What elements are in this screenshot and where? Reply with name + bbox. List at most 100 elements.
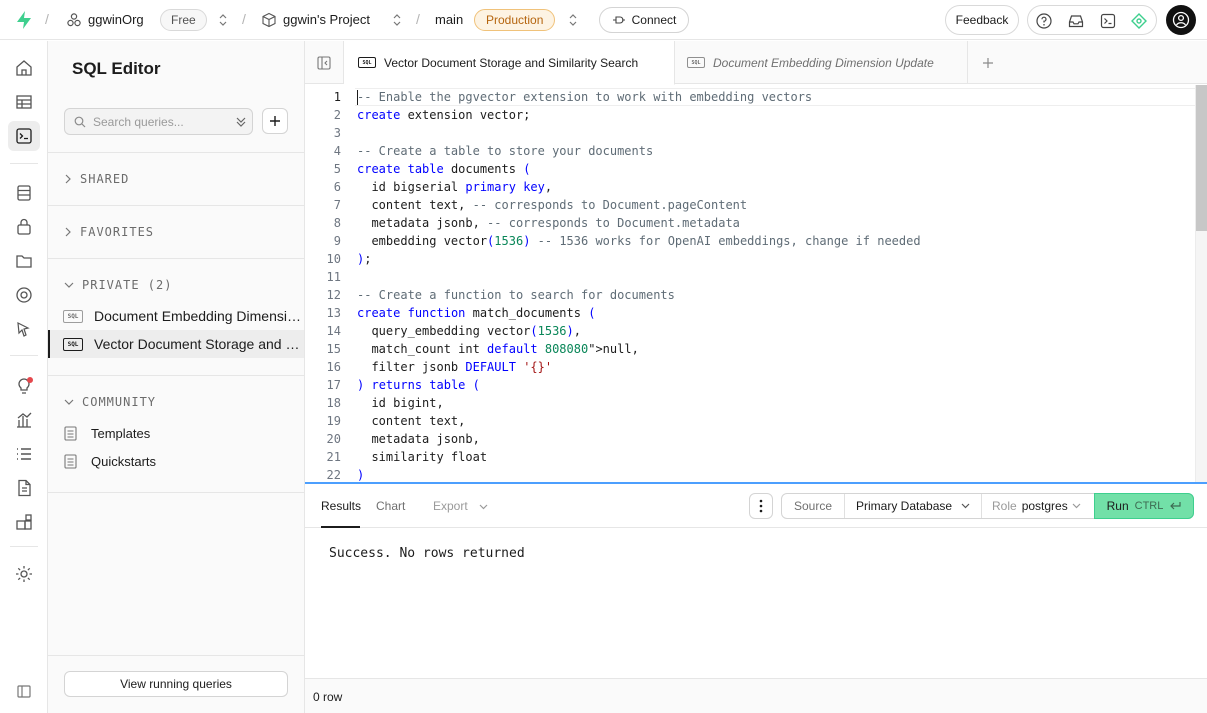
line-number: 10 bbox=[326, 252, 341, 266]
advisor-icon[interactable] bbox=[1131, 13, 1147, 29]
sql-code-editor[interactable]: 1 -- Enable the pgvector extension to wor… bbox=[305, 85, 1207, 483]
realtime-icon[interactable] bbox=[14, 285, 34, 305]
source-label-text: Source bbox=[793, 499, 833, 513]
sql-file-icon: SQL bbox=[63, 338, 83, 351]
user-avatar[interactable] bbox=[1166, 5, 1196, 35]
logs-icon[interactable] bbox=[14, 444, 34, 464]
line-number: 8 bbox=[333, 216, 341, 230]
code-line: 2 create extension vector; bbox=[305, 106, 1195, 124]
section-favorites[interactable]: FAVORITES bbox=[64, 222, 154, 242]
line-number: 21 bbox=[326, 450, 341, 464]
advisors-icon[interactable] bbox=[14, 376, 34, 396]
code-text: content text, bbox=[357, 414, 466, 428]
settings-icon[interactable] bbox=[14, 564, 34, 584]
api-docs-icon[interactable] bbox=[14, 478, 34, 498]
edge-functions-icon[interactable] bbox=[14, 319, 34, 339]
filter-chevron-icon[interactable] bbox=[235, 115, 247, 129]
tab-vector-document-storage[interactable]: SQL Vector Document Storage and Similari… bbox=[344, 41, 675, 85]
code-text: metadata jsonb, bbox=[357, 432, 480, 446]
private-query-item[interactable]: SQL Document Embedding Dimension Update bbox=[48, 302, 304, 330]
source-label: Source bbox=[782, 494, 845, 518]
new-query-button[interactable] bbox=[262, 108, 288, 134]
home-icon[interactable] bbox=[14, 58, 34, 78]
code-text: id bigserial primary key, bbox=[357, 180, 553, 194]
organization-icon bbox=[67, 13, 81, 27]
chevron-down-icon bbox=[961, 503, 970, 509]
org-switcher-chevron-icon[interactable] bbox=[218, 12, 228, 28]
active-tab-underline bbox=[321, 526, 360, 528]
inbox-icon[interactable] bbox=[1068, 13, 1084, 29]
community-item-quickstarts[interactable]: Quickstarts bbox=[64, 450, 156, 472]
tab-chart[interactable]: Chart bbox=[376, 499, 405, 513]
connect-button[interactable]: Connect bbox=[599, 7, 689, 33]
sidebar-divider bbox=[48, 205, 304, 206]
community-item-label: Templates bbox=[91, 425, 151, 441]
auth-icon[interactable] bbox=[14, 217, 34, 237]
help-icon[interactable] bbox=[1036, 13, 1052, 29]
view-running-queries-button[interactable]: View running queries bbox=[64, 671, 288, 697]
search-icon bbox=[74, 116, 86, 128]
code-line: 5 create table documents ( bbox=[305, 160, 1195, 178]
table-editor-icon[interactable] bbox=[14, 92, 34, 112]
search-queries-field[interactable] bbox=[64, 108, 253, 135]
line-number: 1 bbox=[333, 90, 341, 104]
sidebar-divider bbox=[48, 655, 304, 656]
navigation-rail bbox=[0, 41, 48, 713]
editor-scrollbar-thumb[interactable] bbox=[1196, 85, 1207, 231]
rail-divider bbox=[10, 355, 38, 356]
line-number: 9 bbox=[333, 234, 341, 248]
chevron-down-icon bbox=[64, 282, 74, 288]
run-shortcut: CTRL bbox=[1134, 500, 1164, 512]
sql-editor-icon[interactable] bbox=[14, 126, 34, 146]
community-item-templates[interactable]: Templates bbox=[64, 422, 150, 444]
role-label: Role bbox=[992, 499, 1017, 513]
line-number: 13 bbox=[326, 306, 341, 320]
sidebar-title: SQL Editor bbox=[72, 59, 161, 78]
storage-icon[interactable] bbox=[14, 251, 34, 271]
project-name[interactable]: ggwin's Project bbox=[283, 12, 370, 27]
section-private[interactable]: PRIVATE (2) bbox=[64, 275, 172, 295]
section-shared[interactable]: SHARED bbox=[64, 169, 129, 189]
sidebar-toggle-icon[interactable] bbox=[317, 56, 331, 70]
reports-icon[interactable] bbox=[14, 410, 34, 430]
line-number: 6 bbox=[333, 180, 341, 194]
code-line: 9 embedding vector(1536) -- 1536 works f… bbox=[305, 232, 1195, 250]
terminal-icon[interactable] bbox=[1100, 13, 1116, 29]
line-number: 12 bbox=[326, 288, 341, 302]
role-value: postgres bbox=[1021, 499, 1068, 513]
feedback-button[interactable]: Feedback bbox=[945, 5, 1019, 35]
section-community[interactable]: COMMUNITY bbox=[64, 392, 156, 412]
org-name[interactable]: ggwinOrg bbox=[88, 12, 144, 27]
sql-editor-sidebar: SQL Editor SHARED FAVORITES PRIVATE (2) … bbox=[48, 41, 305, 713]
supabase-logo-icon[interactable] bbox=[14, 10, 34, 30]
run-button[interactable]: Run CTRL bbox=[1094, 493, 1194, 519]
more-options-button[interactable] bbox=[749, 493, 773, 519]
chevron-down-icon bbox=[1072, 503, 1081, 509]
code-line: 12 -- Create a function to search for doc… bbox=[305, 286, 1195, 304]
code-line: 13 create function match_documents ( bbox=[305, 304, 1195, 322]
tab-document-embedding-update[interactable]: SQL Document Embedding Dimension Update bbox=[675, 41, 968, 84]
private-query-item-active[interactable]: SQL Vector Document Storage and Similari… bbox=[48, 330, 304, 358]
branch-switcher-chevron-icon[interactable] bbox=[568, 12, 578, 28]
environment-badge: Production bbox=[474, 9, 556, 31]
integrations-icon[interactable] bbox=[14, 512, 34, 532]
database-icon[interactable] bbox=[14, 183, 34, 203]
line-number: 17 bbox=[326, 378, 341, 392]
role-select[interactable]: Role postgres bbox=[982, 494, 1094, 518]
project-switcher-chevron-icon[interactable] bbox=[392, 12, 402, 28]
search-queries-input[interactable] bbox=[93, 113, 223, 131]
new-tab-plus-icon[interactable] bbox=[982, 57, 994, 69]
source-database-select[interactable]: Primary Database bbox=[845, 494, 982, 518]
tab-results[interactable]: Results bbox=[321, 499, 361, 513]
branch-name[interactable]: main bbox=[435, 12, 463, 27]
code-line: 18 id bigint, bbox=[305, 394, 1195, 412]
code-text: id bigint, bbox=[357, 396, 444, 410]
code-text: content text, -- corresponds to Document… bbox=[357, 198, 748, 212]
breadcrumb-separator: / bbox=[242, 11, 246, 27]
export-button[interactable]: Export bbox=[433, 499, 488, 513]
breadcrumb-separator: / bbox=[416, 11, 420, 27]
code-line: 20 metadata jsonb, bbox=[305, 430, 1195, 448]
collapse-icon[interactable] bbox=[14, 681, 34, 701]
code-text: create table documents ( bbox=[357, 162, 531, 176]
result-message: Success. No rows returned bbox=[329, 546, 525, 561]
